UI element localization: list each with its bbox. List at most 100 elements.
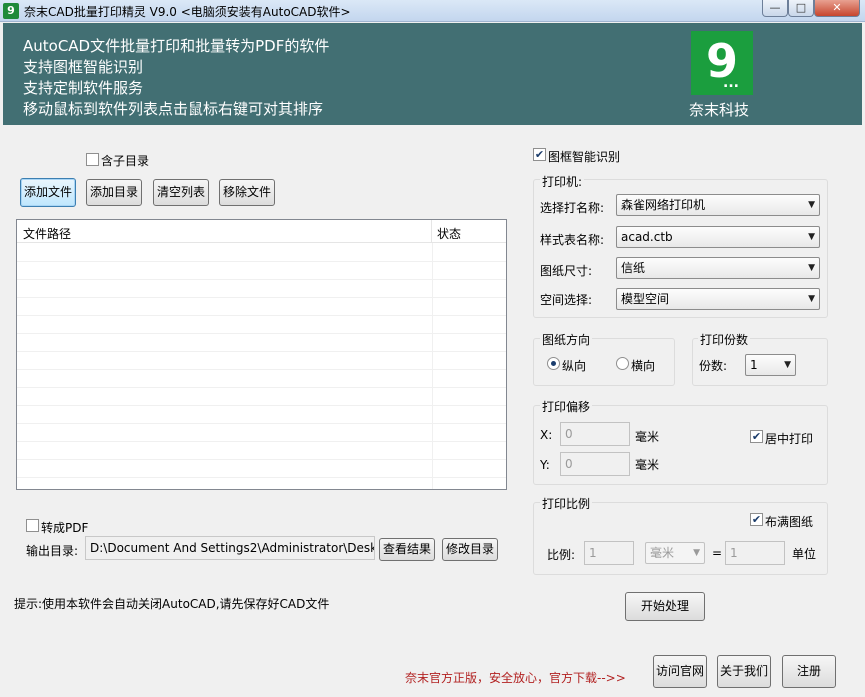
fit-paper-label: 布满图纸 xyxy=(765,515,814,529)
offset-x-input[interactable]: 0 xyxy=(560,422,630,446)
landscape-label: 横向 xyxy=(631,359,656,373)
checkmark-icon: ✔ xyxy=(751,430,762,443)
printer-group-title: 打印机: xyxy=(540,173,585,190)
copies-label: 份数: xyxy=(699,359,728,373)
output-dir-field[interactable]: D:\Document And Settings2\Administrator\… xyxy=(85,536,375,560)
paper-size-select[interactable]: 信纸 ▼ xyxy=(616,257,820,279)
dropdown-arrow-icon: ▼ xyxy=(808,232,815,242)
style-table-value: acad.ctb xyxy=(621,230,673,244)
list-gridline xyxy=(17,477,506,478)
dropdown-arrow-icon: ▼ xyxy=(784,360,791,370)
style-table-select[interactable]: acad.ctb ▼ xyxy=(616,226,820,248)
visit-website-button[interactable]: 访问官网 xyxy=(653,655,707,688)
fit-paper-checkbox[interactable]: ✔ xyxy=(750,513,763,526)
banner-line-3: 支持定制软件服务 xyxy=(23,79,144,97)
close-button[interactable]: ✕ xyxy=(814,0,860,17)
offset-y-unit: 毫米 xyxy=(635,458,660,472)
space-select[interactable]: 模型空间 ▼ xyxy=(616,288,820,310)
ratio-label: 比例: xyxy=(547,548,576,562)
file-list[interactable]: 文件路径 状态 xyxy=(16,219,507,490)
orientation-title: 图纸方向 xyxy=(540,331,593,348)
center-print-checkbox[interactable]: ✔ xyxy=(750,430,763,443)
remove-file-button[interactable]: 移除文件 xyxy=(219,179,275,206)
window-title: 奈末CAD批量打印精灵 V9.0 <电脑须安装有AutoCAD软件> xyxy=(24,5,351,19)
change-dir-button[interactable]: 修改目录 xyxy=(442,538,498,561)
convert-pdf-label: 转成PDF xyxy=(41,521,89,535)
list-gridline xyxy=(17,279,506,280)
list-gridline xyxy=(17,261,506,262)
unit-label: 单位 xyxy=(792,547,817,561)
banner-line-4: 移动鼠标到软件列表点击鼠标右键可对其排序 xyxy=(23,100,324,118)
list-gridline xyxy=(17,387,506,388)
about-us-button[interactable]: 关于我们 xyxy=(717,655,771,688)
checkmark-icon: ✔ xyxy=(751,513,762,526)
portrait-radio[interactable] xyxy=(547,357,560,370)
offset-y-input[interactable]: 0 xyxy=(560,452,630,476)
ratio-unit-value: 毫米 xyxy=(650,546,675,560)
landscape-radio[interactable] xyxy=(616,357,629,370)
offset-x-unit: 毫米 xyxy=(635,430,660,444)
copies-value: 1 xyxy=(750,358,758,372)
checkmark-icon: ✔ xyxy=(534,148,545,161)
unit-input[interactable]: 1 xyxy=(725,541,785,565)
center-print-label: 居中打印 xyxy=(765,432,814,446)
copies-title: 打印份数 xyxy=(698,331,751,348)
clear-list-button[interactable]: 清空列表 xyxy=(153,179,209,206)
dropdown-arrow-icon: ▼ xyxy=(808,263,815,273)
include-subdirs-label: 含子目录 xyxy=(101,154,150,168)
list-gridline xyxy=(17,405,506,406)
promo-text: 奈末官方正版，安全放心，官方下载-->> xyxy=(405,671,626,685)
portrait-label: 纵向 xyxy=(562,359,587,373)
equals-sign: = xyxy=(712,546,723,560)
printer-name-label: 选择打名称: xyxy=(540,201,605,215)
paper-size-value: 信纸 xyxy=(621,261,646,275)
output-dir-label: 输出目录: xyxy=(26,544,79,558)
offset-title: 打印偏移 xyxy=(540,398,593,415)
list-gridline xyxy=(17,369,506,370)
offset-y-label: Y: xyxy=(540,458,550,472)
space-label: 空间选择: xyxy=(540,293,593,307)
title-bar: 9 奈末CAD批量打印精灵 V9.0 <电脑须安装有AutoCAD软件> — □… xyxy=(0,0,865,22)
company-logo-dots: ... xyxy=(723,75,739,91)
list-gridline xyxy=(17,297,506,298)
view-result-button[interactable]: 查看结果 xyxy=(379,538,435,561)
style-table-label: 样式表名称: xyxy=(540,233,605,247)
scale-title: 打印比例 xyxy=(540,495,593,512)
list-gridline xyxy=(17,333,506,334)
ratio-unit-select[interactable]: 毫米 ▼ xyxy=(645,542,705,564)
app-icon: 9 xyxy=(3,3,19,19)
column-header-path[interactable]: 文件路径 xyxy=(17,220,432,243)
start-button[interactable]: 开始处理 xyxy=(625,592,705,621)
space-value: 模型空间 xyxy=(621,292,670,306)
banner-line-1: AutoCAD文件批量打印和批量转为PDF的软件 xyxy=(23,37,330,55)
register-button[interactable]: 注册 xyxy=(782,655,836,688)
printer-name-select[interactable]: 森雀网络打印机 ▼ xyxy=(616,194,820,216)
dropdown-arrow-icon: ▼ xyxy=(693,548,700,558)
add-file-button[interactable]: 添加文件 xyxy=(20,178,76,207)
banner: AutoCAD文件批量打印和批量转为PDF的软件 支持图框智能识别 支持定制软件… xyxy=(3,23,862,125)
list-gridline xyxy=(17,423,506,424)
ratio-input[interactable]: 1 xyxy=(584,541,634,565)
smart-frame-label: 图框智能识别 xyxy=(548,150,621,164)
list-gridline xyxy=(17,315,506,316)
dropdown-arrow-icon: ▼ xyxy=(808,294,815,304)
add-directory-button[interactable]: 添加目录 xyxy=(86,179,142,206)
list-gridline xyxy=(17,351,506,352)
printer-name-value: 森雀网络打印机 xyxy=(621,198,706,212)
paper-size-label: 图纸尺寸: xyxy=(540,264,593,278)
company-name: 奈末科技 xyxy=(689,101,750,119)
list-gridline xyxy=(17,441,506,442)
dropdown-arrow-icon: ▼ xyxy=(808,200,815,210)
hint-text: 提示:使用本软件会自动关闭AutoCAD,请先保存好CAD文件 xyxy=(14,597,330,611)
include-subdirs-checkbox[interactable] xyxy=(86,153,99,166)
minimize-button[interactable]: — xyxy=(762,0,788,17)
smart-frame-checkbox[interactable]: ✔ xyxy=(533,148,546,161)
copies-select[interactable]: 1 ▼ xyxy=(745,354,796,376)
company-logo: 9 xyxy=(691,31,753,95)
offset-x-label: X: xyxy=(540,428,553,442)
list-gridline xyxy=(17,459,506,460)
maximize-button[interactable]: □ xyxy=(788,0,814,17)
banner-line-2: 支持图框智能识别 xyxy=(23,58,144,76)
convert-pdf-checkbox[interactable] xyxy=(26,519,39,532)
column-header-status[interactable]: 状态 xyxy=(432,220,506,243)
